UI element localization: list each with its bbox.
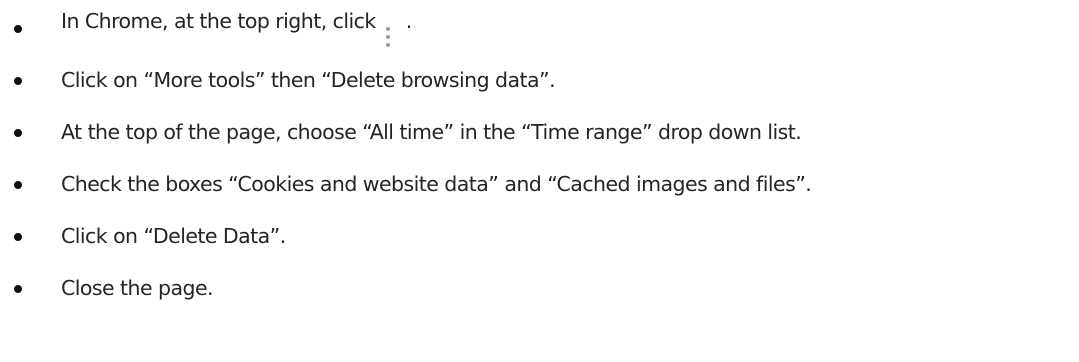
list-item: In Chrome, at the top right, click. xyxy=(0,2,1079,54)
step-text: Check the boxes “Cookies and website dat… xyxy=(61,172,812,196)
bullet xyxy=(14,25,22,33)
step-text: Close the page. xyxy=(61,276,214,300)
list-item: Close the page. xyxy=(0,262,1079,314)
list-item: Click on “Delete Data”. xyxy=(0,210,1079,262)
step-text: Click on “Delete Data”. xyxy=(61,224,286,248)
step-1-label: In Chrome, at the top right, click xyxy=(61,9,376,33)
step-text: In Chrome, at the top right, click. xyxy=(61,9,412,47)
step-1-suffix: . xyxy=(405,9,413,33)
bullet xyxy=(14,285,22,293)
bullet xyxy=(14,181,22,189)
bullet xyxy=(14,129,22,137)
bullet xyxy=(14,77,22,85)
list-item: Click on “More tools” then “Delete brows… xyxy=(0,54,1079,106)
step-text: Click on “More tools” then “Delete brows… xyxy=(61,68,556,92)
list-item: Check the boxes “Cookies and website dat… xyxy=(0,158,1079,210)
kebab-menu-icon xyxy=(385,27,390,47)
bullet xyxy=(14,233,22,241)
instruction-list: In Chrome, at the top right, click. Clic… xyxy=(0,2,1079,314)
step-text: At the top of the page, choose “All time… xyxy=(61,120,802,144)
list-item: At the top of the page, choose “All time… xyxy=(0,106,1079,158)
